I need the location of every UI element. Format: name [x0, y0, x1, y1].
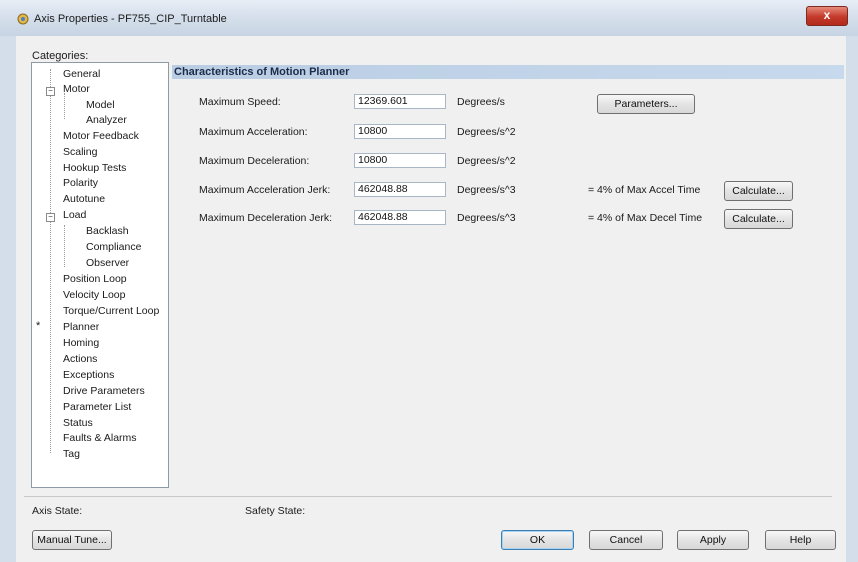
maximum-speed-input[interactable] [354, 94, 446, 109]
cancel-button[interactable]: Cancel [589, 530, 663, 550]
axis-properties-icon [17, 13, 29, 25]
tree-item-backlash[interactable]: Backlash [86, 225, 129, 237]
axis-state-label: Axis State: [32, 505, 83, 517]
parameters-button[interactable]: Parameters... [597, 94, 695, 114]
maximum-deceleration-jerk-input[interactable] [354, 210, 446, 225]
tree-item-planner[interactable]: Planner [63, 321, 99, 333]
maximum-speed-unit: Degrees/s [457, 96, 505, 108]
calculate-decel-jerk-button[interactable]: Calculate... [724, 209, 793, 229]
maximum-acceleration-unit: Degrees/s^2 [457, 126, 516, 138]
apply-button[interactable]: Apply [677, 530, 749, 550]
ok-button[interactable]: OK [501, 530, 574, 550]
tree-item-analyzer[interactable]: Analyzer [86, 114, 127, 126]
status-separator [24, 496, 832, 497]
maximum-deceleration-label: Maximum Deceleration: [199, 155, 310, 167]
pending-edit-marker: * [36, 320, 41, 332]
tree-item-position-loop[interactable]: Position Loop [63, 273, 127, 285]
tree-item-general[interactable]: General [63, 68, 100, 80]
tree-item-scaling[interactable]: Scaling [63, 146, 97, 158]
window-title: Axis Properties - PF755_CIP_Turntable [34, 13, 227, 25]
maximum-deceleration-jerk-unit: Degrees/s^3 [457, 212, 516, 224]
tree-item-faults-alarms[interactable]: Faults & Alarms [63, 432, 137, 444]
tree-item-actions[interactable]: Actions [63, 353, 97, 365]
maximum-acceleration-input[interactable] [354, 124, 446, 139]
close-button[interactable]: x [806, 6, 848, 26]
tree-item-homing[interactable]: Homing [63, 337, 99, 349]
maximum-deceleration-jerk-label: Maximum Deceleration Jerk: [199, 212, 333, 224]
deceleration-jerk-note: = 4% of Max Decel Time [588, 212, 703, 224]
tree-line [64, 93, 65, 119]
title-bar: Axis Properties - PF755_CIP_Turntable x [0, 0, 858, 36]
manual-tune-button[interactable]: Manual Tune... [32, 530, 112, 550]
tree-line [64, 225, 65, 267]
maximum-acceleration-jerk-unit: Degrees/s^3 [457, 184, 516, 196]
tree-line [50, 69, 51, 453]
categories-tree[interactable]: − − General Motor Model Analyzer Motor F… [31, 62, 169, 488]
tree-item-motor-feedback[interactable]: Motor Feedback [63, 130, 139, 142]
tree-item-status[interactable]: Status [63, 417, 93, 429]
tree-item-autotune[interactable]: Autotune [63, 193, 105, 205]
help-button[interactable]: Help [765, 530, 836, 550]
tree-item-tag[interactable]: Tag [63, 448, 80, 460]
collapse-motor-icon[interactable]: − [46, 87, 55, 96]
maximum-acceleration-jerk-input[interactable] [354, 182, 446, 197]
tree-item-observer[interactable]: Observer [86, 257, 129, 269]
tree-item-load[interactable]: Load [63, 209, 86, 221]
maximum-acceleration-jerk-label: Maximum Acceleration Jerk: [199, 184, 331, 196]
section-header: Characteristics of Motion Planner [172, 65, 844, 79]
tree-item-drive-parameters[interactable]: Drive Parameters [63, 385, 145, 397]
tree-item-torque-current-loop[interactable]: Torque/Current Loop [63, 305, 159, 317]
tree-item-exceptions[interactable]: Exceptions [63, 369, 114, 381]
maximum-deceleration-input[interactable] [354, 153, 446, 168]
window-frame-left [0, 36, 16, 562]
tree-item-hookup-tests[interactable]: Hookup Tests [63, 162, 126, 174]
safety-state-label: Safety State: [245, 505, 306, 517]
maximum-speed-label: Maximum Speed: [199, 96, 281, 108]
calculate-accel-jerk-button[interactable]: Calculate... [724, 181, 793, 201]
collapse-load-icon[interactable]: − [46, 213, 55, 222]
maximum-deceleration-unit: Degrees/s^2 [457, 155, 516, 167]
tree-item-parameter-list[interactable]: Parameter List [63, 401, 131, 413]
maximum-acceleration-label: Maximum Acceleration: [199, 126, 308, 138]
acceleration-jerk-note: = 4% of Max Accel Time [588, 184, 701, 196]
tree-item-velocity-loop[interactable]: Velocity Loop [63, 289, 125, 301]
categories-label: Categories: [32, 50, 89, 62]
tree-item-model[interactable]: Model [86, 99, 115, 111]
tree-item-compliance[interactable]: Compliance [86, 241, 141, 253]
tree-item-polarity[interactable]: Polarity [63, 177, 98, 189]
window-frame-right [846, 36, 858, 562]
tree-item-motor[interactable]: Motor [63, 83, 90, 95]
